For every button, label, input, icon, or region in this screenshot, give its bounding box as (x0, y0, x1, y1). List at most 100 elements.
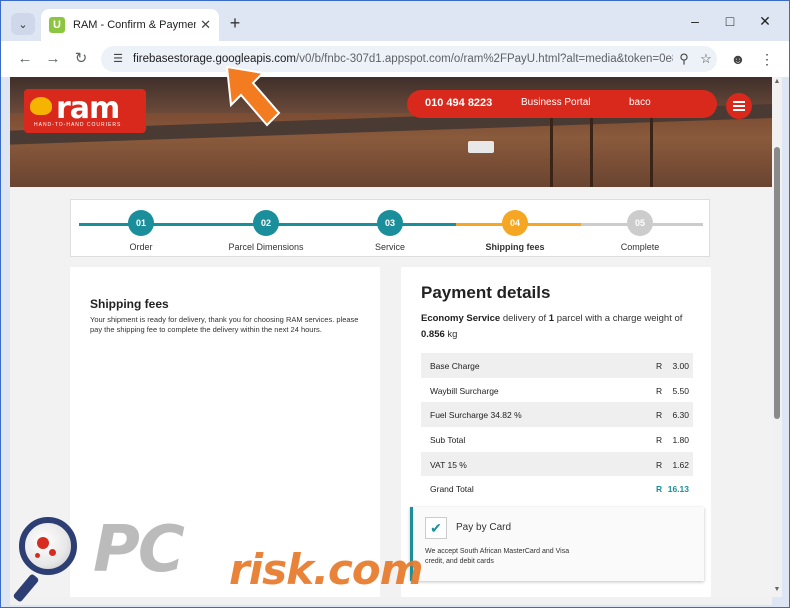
hero-truck (468, 141, 494, 153)
top-nav: 010 494 8223 Business Portal baco (407, 90, 717, 118)
progress-step: 03 Service (335, 210, 445, 252)
fee-row: Base Charge R 3.00 (421, 353, 693, 378)
step-number: 05 (627, 210, 653, 236)
fee-value: 1.62 (672, 459, 689, 470)
step-number: 01 (128, 210, 154, 236)
fee-currency: R (656, 410, 663, 421)
address-bar[interactable]: ☰ firebasestorage.googleapis.com/v0/b/fn… (101, 46, 717, 72)
baco-link[interactable]: baco (629, 97, 651, 108)
charge-weight: 0.856 (421, 329, 445, 340)
fee-label: Grand Total (430, 484, 474, 495)
step-label: Order (129, 242, 153, 252)
scroll-down-icon[interactable]: ▼ (772, 585, 782, 595)
url-path: /v0/b/fnbc-307d1.appspot.com/o/ram%2FPay… (296, 53, 673, 65)
progress-step: 05 Complete (585, 210, 695, 252)
browser-toolbar: ← → ↻ ☰ firebasestorage.googleapis.com/v… (1, 41, 789, 77)
hamburger-menu-icon[interactable] (726, 93, 752, 119)
kebab-menu-icon[interactable]: ⋮ (757, 49, 777, 69)
tab-strip: ⌄ U RAM - Confirm & Payment ✕ + – □ ✕ (1, 1, 789, 41)
close-tab-icon[interactable]: ✕ (200, 17, 211, 33)
fee-value: 5.50 (672, 385, 689, 396)
grand-total-value: 16.13 (667, 484, 689, 495)
fee-row: Fuel Surcharge 34.82 % R 6.30 (421, 402, 693, 428)
hero-pole (650, 113, 653, 187)
fee-value: 6.30 (672, 410, 689, 421)
fee-label: Sub Total (430, 435, 466, 446)
forward-arrow-icon[interactable]: → (43, 49, 63, 69)
fee-label: Base Charge (430, 361, 480, 371)
horizontal-scrollbar[interactable] (10, 597, 772, 605)
desc-part-1: delivery of (500, 313, 549, 324)
weight-unit: kg (444, 329, 458, 340)
logo-word: ram (56, 91, 120, 126)
shipping-fees-text: Your shipment is ready for delivery, tha… (90, 315, 359, 334)
phone-number[interactable]: 010 494 8223 (425, 97, 492, 109)
tab-title: RAM - Confirm & Payment (73, 19, 197, 31)
fee-row: VAT 15 % R 1.62 (421, 451, 693, 477)
scroll-up-icon[interactable]: ▲ (772, 77, 782, 87)
fee-table: Base Charge R 3.00 Waybill Surcharge R 5… (421, 353, 693, 501)
fee-label: Fuel Surcharge 34.82 % (430, 410, 522, 421)
minimize-icon[interactable]: – (680, 11, 710, 31)
service-name: Economy Service (421, 313, 501, 324)
step-number: 04 (502, 210, 528, 236)
check-icon[interactable]: ✔ (425, 517, 447, 539)
fee-currency: R (656, 459, 663, 470)
step-number: 03 (377, 210, 403, 236)
step-label: Complete (620, 242, 660, 252)
shipping-fees-title: Shipping fees (90, 297, 169, 311)
payment-details-title: Payment details (421, 283, 551, 302)
logo-tagline: HAND-TO-HAND COURIERS (34, 122, 122, 128)
hero-pole (550, 113, 553, 187)
fee-row: Sub Total R 1.80 (421, 427, 693, 452)
ram-logo[interactable]: ram HAND-TO-HAND COURIERS (24, 89, 146, 133)
progress-step: 04 Shipping fees (460, 210, 570, 252)
browser-tab[interactable]: U RAM - Confirm & Payment ✕ (41, 9, 219, 41)
scroll-thumb[interactable] (774, 147, 780, 419)
step-label: Parcel Dimensions (228, 242, 304, 252)
account-icon[interactable]: ☻ (728, 49, 748, 69)
checkout-progress: 01 Order 02 Parcel Dimensions 03 Service… (70, 199, 710, 257)
fee-currency: R (656, 484, 663, 495)
close-window-icon[interactable]: ✕ (750, 11, 780, 31)
fee-label: Waybill Surcharge (430, 385, 499, 396)
fee-value: 3.00 (672, 361, 689, 371)
business-portal-link[interactable]: Business Portal (521, 97, 590, 108)
site-info-tune-icon[interactable]: ☰ (109, 50, 127, 68)
step-label: Service (374, 242, 405, 252)
step-number: 02 (253, 210, 279, 236)
progress-step: 01 Order (86, 210, 196, 252)
orange-arrow-annotation (225, 65, 281, 127)
page-viewport: ram HAND-TO-HAND COURIERS 010 494 8223 B… (10, 77, 772, 597)
progress-step: 02 Parcel Dimensions (211, 210, 321, 252)
fee-currency: R (656, 361, 663, 371)
fee-currency: R (656, 435, 663, 446)
hero-banner: ram HAND-TO-HAND COURIERS 010 494 8223 B… (10, 77, 772, 187)
logo-bird-icon (30, 97, 52, 115)
fee-currency: R (656, 385, 663, 396)
star-icon[interactable]: ☆ (695, 51, 717, 67)
url-text[interactable]: firebasestorage.googleapis.com/v0/b/fnbc… (133, 53, 673, 65)
reload-icon[interactable]: ↻ (71, 49, 91, 69)
fee-label: VAT 15 % (430, 459, 467, 470)
browser-window: ⌄ U RAM - Confirm & Payment ✕ + – □ ✕ ← … (0, 0, 790, 608)
pay-by-card-label: Pay by Card (456, 522, 512, 533)
favicon-icon: U (49, 17, 65, 33)
pay-by-card-option[interactable]: ✔ Pay by Card We accept South African Ma… (410, 507, 704, 581)
grand-total-row: Grand Total R 16.13 (421, 476, 693, 501)
hero-pole (590, 113, 593, 187)
pay-by-card-desc: We accept South African MasterCard and V… (425, 548, 570, 565)
back-arrow-icon[interactable]: ← (15, 49, 35, 69)
shipping-fees-card: Shipping fees Your shipment is ready for… (70, 267, 380, 597)
step-label: Shipping fees (485, 242, 545, 252)
chevron-down-icon[interactable]: ⌄ (11, 13, 35, 35)
zoom-icon[interactable]: ⚲ (673, 51, 695, 67)
desc-part-2: parcel with a charge weight of (554, 313, 683, 324)
new-tab-plus-icon[interactable]: + (225, 13, 245, 33)
fee-row: Waybill Surcharge R 5.50 (421, 378, 693, 403)
maximize-icon[interactable]: □ (715, 11, 745, 31)
vertical-scrollbar[interactable]: ▲ ▼ (772, 77, 782, 597)
fee-value: 1.80 (672, 435, 689, 446)
payment-description: Economy Service delivery of 1 parcel wit… (421, 311, 701, 343)
payment-details-card: Payment details Economy Service delivery… (401, 267, 711, 597)
